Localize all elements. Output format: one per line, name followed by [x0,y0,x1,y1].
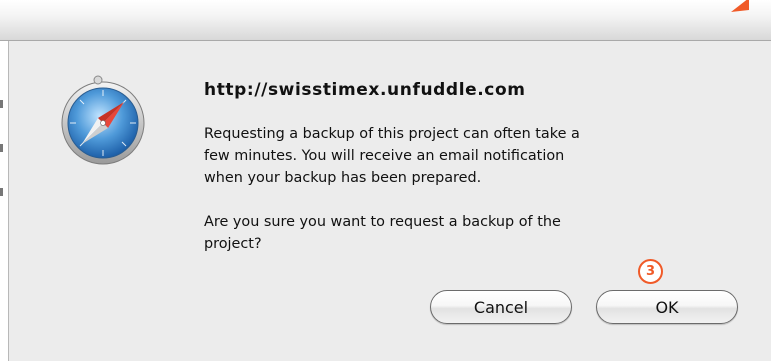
annotation-arrow-icon [731,0,749,12]
cancel-button[interactable]: Cancel [430,290,572,324]
dialog-left-border [8,41,9,361]
screenshot: http://swisstimex.unfuddle.com Requestin… [0,0,771,361]
dialog-title: http://swisstimex.unfuddle.com [204,80,526,100]
background-window-marks [0,100,4,220]
safari-compass-icon [61,75,145,165]
step-number-badge: 3 [638,259,663,284]
ok-button[interactable]: OK [596,290,738,324]
dialog-message: Requesting a backup of this project can … [204,123,744,255]
confirmation-question: Are you sure you want to request a backu… [204,214,561,252]
window-top-bar [0,0,771,41]
message-paragraph: Requesting a backup of this project can … [204,126,580,186]
